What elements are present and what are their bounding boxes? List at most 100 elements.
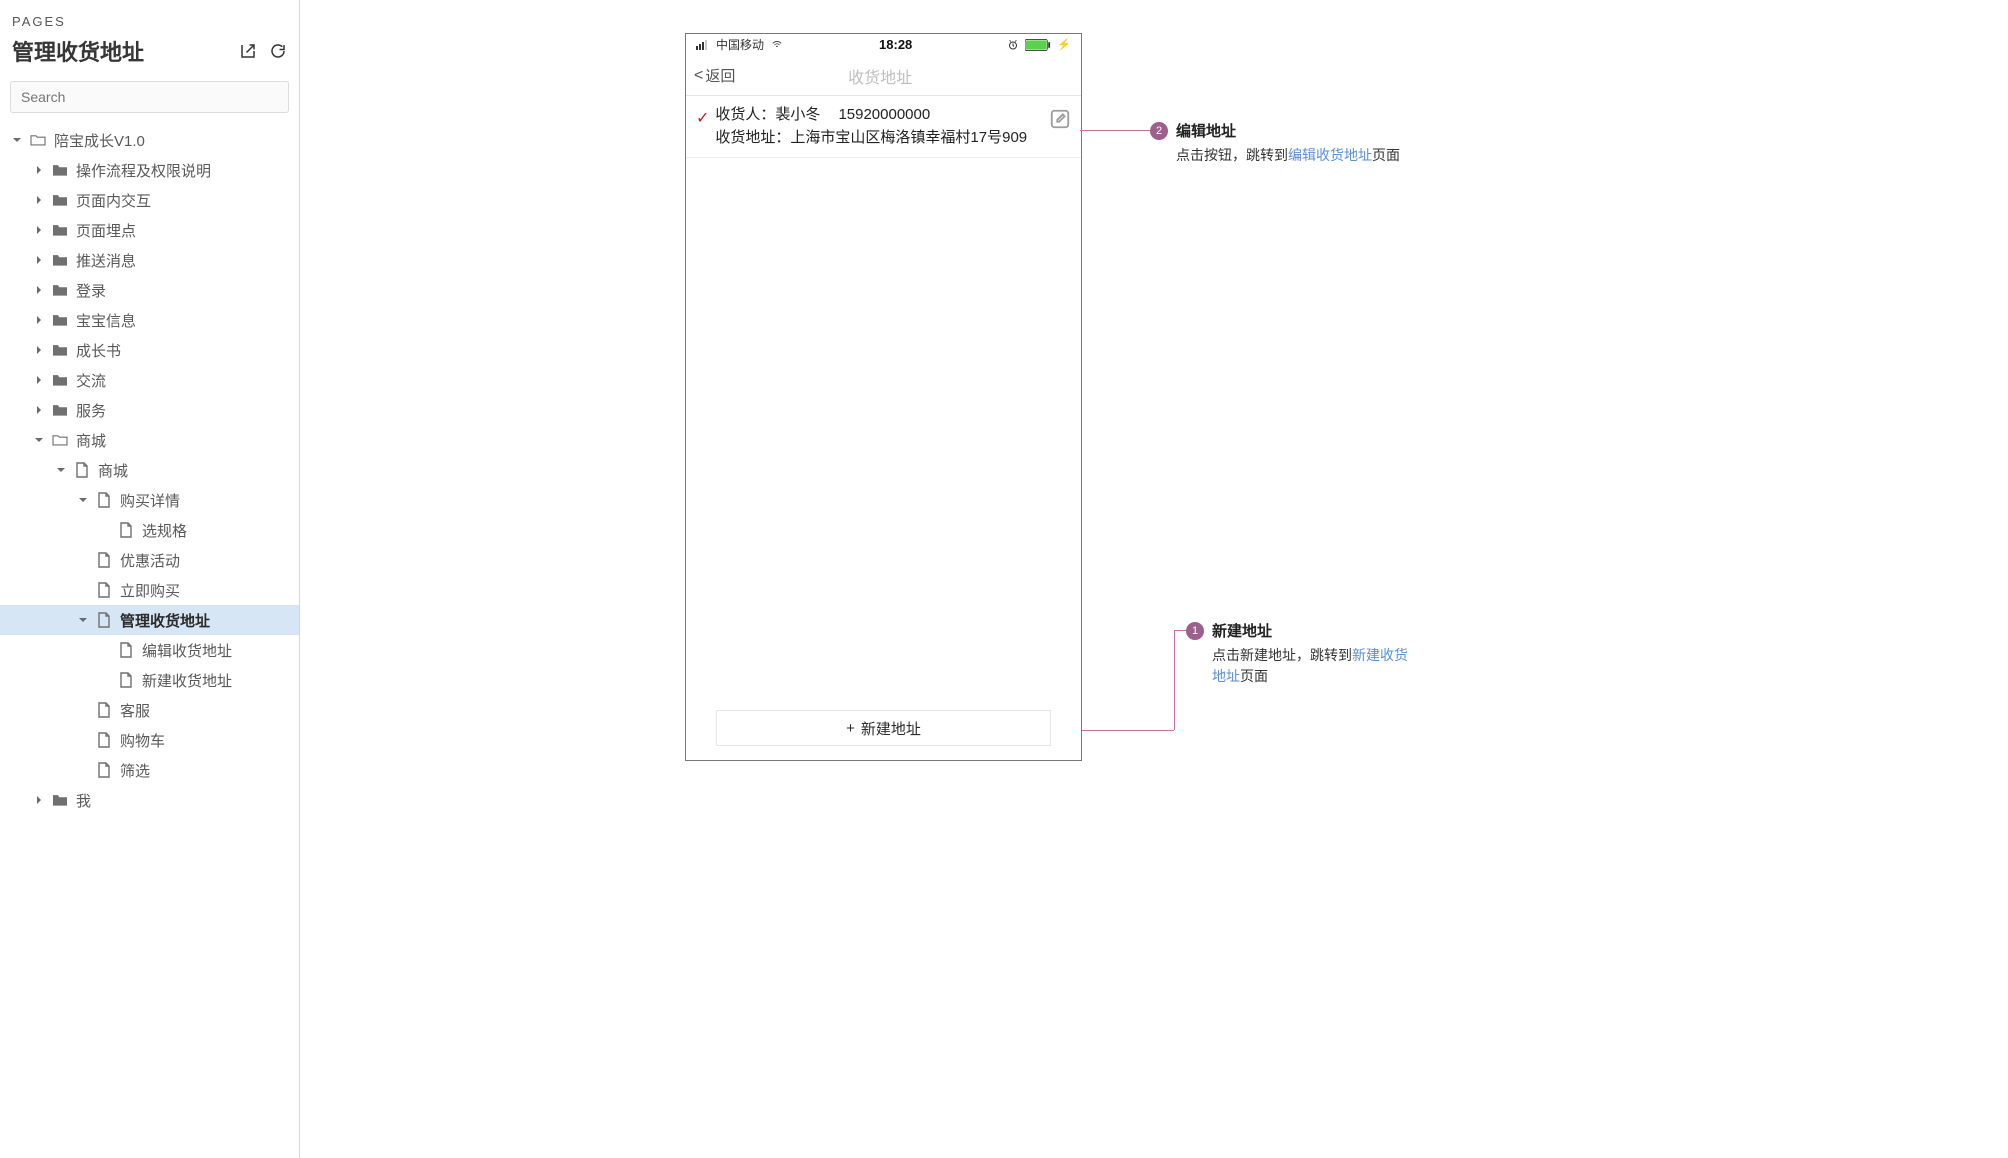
folder-icon (50, 790, 70, 810)
expand-arrow-icon[interactable] (32, 313, 46, 327)
ann1-desc-pre: 点击新建地址，跳转到 (1212, 647, 1352, 663)
tree-node-label: 优惠活动 (120, 550, 180, 571)
page-icon (94, 580, 114, 600)
ann2-link[interactable]: 编辑收货地址 (1288, 147, 1372, 163)
battery-icon (1025, 39, 1051, 51)
status-left: 中国移动 (696, 36, 784, 53)
tree-node[interactable]: 编辑收货地址 (0, 635, 299, 665)
share-icon[interactable] (239, 42, 257, 60)
expand-arrow-icon[interactable] (32, 403, 46, 417)
expand-arrow-icon[interactable] (32, 793, 46, 807)
tree-node-label: 商城 (98, 460, 128, 481)
expand-arrow-icon[interactable] (32, 283, 46, 297)
ann2-desc-pre: 点击按钮，跳转到 (1176, 147, 1288, 163)
tree-node[interactable]: 页面埋点 (0, 215, 299, 245)
search-input[interactable] (10, 81, 289, 113)
tree-node-label: 客服 (120, 700, 150, 721)
page-icon (72, 460, 92, 480)
page-title-actions (239, 42, 287, 60)
page-tree: 陪宝成长V1.0 操作流程及权限说明页面内交互页面埋点推送消息登录宝宝信息成长书交… (0, 125, 299, 1158)
selected-check-icon: ✓ (696, 108, 709, 128)
page-icon (94, 550, 114, 570)
folder-icon (50, 190, 70, 210)
tree-node-label: 交流 (76, 370, 106, 391)
page-icon (94, 730, 114, 750)
tree-node[interactable]: 购买详情 (0, 485, 299, 515)
folder-icon (28, 130, 48, 150)
tree-node[interactable]: 新建收货地址 (0, 665, 299, 695)
ann1-badge: 1 (1186, 622, 1204, 640)
expand-arrow-icon[interactable] (76, 613, 90, 627)
tree-node[interactable]: 购物车 (0, 725, 299, 755)
tree-node-label: 页面埋点 (76, 220, 136, 241)
tree-node[interactable]: 立即购买 (0, 575, 299, 605)
folder-icon (50, 220, 70, 240)
tree-node-label: 页面内交互 (76, 190, 151, 211)
expand-arrow-icon[interactable] (32, 163, 46, 177)
ann1-title: 新建地址 (1212, 620, 1272, 641)
tree-node-label: 陪宝成长V1.0 (54, 130, 145, 151)
expand-arrow-icon[interactable] (32, 253, 46, 267)
tree-node[interactable]: 成长书 (0, 335, 299, 365)
pages-section-label: PAGES (0, 6, 299, 35)
refresh-icon[interactable] (269, 42, 287, 60)
page-icon (94, 490, 114, 510)
plus-icon: + (846, 720, 855, 737)
tree-node[interactable]: 我 (0, 785, 299, 815)
tree-node[interactable]: 筛选 (0, 755, 299, 785)
tree-node[interactable]: 陪宝成长V1.0 (0, 125, 299, 155)
ann1-desc-post: 页面 (1240, 668, 1268, 684)
expand-arrow-icon[interactable] (32, 433, 46, 447)
tree-node[interactable]: 管理收货地址 (0, 605, 299, 635)
folder-icon (50, 160, 70, 180)
expand-arrow-icon[interactable] (32, 373, 46, 387)
page-title-row: 管理收货地址 (0, 35, 299, 81)
ann-connector-1 (1082, 730, 1174, 731)
tree-node[interactable]: 优惠活动 (0, 545, 299, 575)
tree-node[interactable]: 选规格 (0, 515, 299, 545)
charging-icon: ⚡ (1057, 38, 1071, 51)
status-bar: 中国移动 18:28 ⚡ (686, 34, 1081, 56)
tree-node[interactable]: 宝宝信息 (0, 305, 299, 335)
folder-icon (50, 280, 70, 300)
status-time: 18:28 (879, 37, 912, 52)
expand-arrow-icon[interactable] (32, 223, 46, 237)
back-button[interactable]: < 返回 (694, 65, 735, 86)
tree-node[interactable]: 操作流程及权限说明 (0, 155, 299, 185)
tree-node[interactable]: 登录 (0, 275, 299, 305)
phone-mockup: 中国移动 18:28 ⚡ < 返回 收货地址 (685, 33, 1082, 761)
address-value: 上海市宝山区梅洛镇幸福村17号909 (790, 129, 1027, 146)
tree-node-label: 购物车 (120, 730, 165, 751)
tree-node-label: 新建收货地址 (142, 670, 232, 691)
expand-arrow-icon[interactable] (32, 343, 46, 357)
tree-node[interactable]: 服务 (0, 395, 299, 425)
folder-icon (50, 370, 70, 390)
expand-arrow-icon[interactable] (76, 493, 90, 507)
address-row[interactable]: ✓ 收货人：裴小冬 15920000000 收货地址：上海市宝山区梅洛镇幸福村1… (686, 96, 1081, 158)
tree-node-label: 服务 (76, 400, 106, 421)
tree-node[interactable]: 客服 (0, 695, 299, 725)
tree-node-label: 登录 (76, 280, 106, 301)
tree-node[interactable]: 商城 (0, 455, 299, 485)
ann-connector-1-v (1174, 630, 1175, 730)
address-text: 收货人：裴小冬 15920000000 收货地址：上海市宝山区梅洛镇幸福村17号… (715, 104, 1049, 149)
tree-node-label: 选规格 (142, 520, 187, 541)
sidebar: PAGES 管理收货地址 陪宝成长V1.0 操作流程及权限说明页面内交互页面埋点推… (0, 0, 300, 1158)
page-icon (94, 610, 114, 630)
tree-node[interactable]: 推送消息 (0, 245, 299, 275)
canvas: 中国移动 18:28 ⚡ < 返回 收货地址 (300, 0, 2008, 1158)
tree-node[interactable]: 页面内交互 (0, 185, 299, 215)
tree-node-label: 成长书 (76, 340, 121, 361)
tree-node[interactable]: 商城 (0, 425, 299, 455)
tree-node-label: 宝宝信息 (76, 310, 136, 331)
expand-arrow-icon[interactable] (54, 463, 68, 477)
carrier-label: 中国移动 (716, 36, 764, 53)
new-address-button[interactable]: + 新建地址 (716, 710, 1051, 746)
tree-node[interactable]: 交流 (0, 365, 299, 395)
edit-address-button[interactable] (1049, 108, 1071, 130)
search-wrap (0, 81, 299, 125)
annotation-2: 2 编辑地址 点击按钮，跳转到编辑收货地址页面 (1150, 120, 1415, 166)
expand-arrow-icon[interactable] (32, 193, 46, 207)
ann-connector-2 (1080, 130, 1150, 131)
expand-arrow-icon[interactable] (10, 133, 24, 147)
